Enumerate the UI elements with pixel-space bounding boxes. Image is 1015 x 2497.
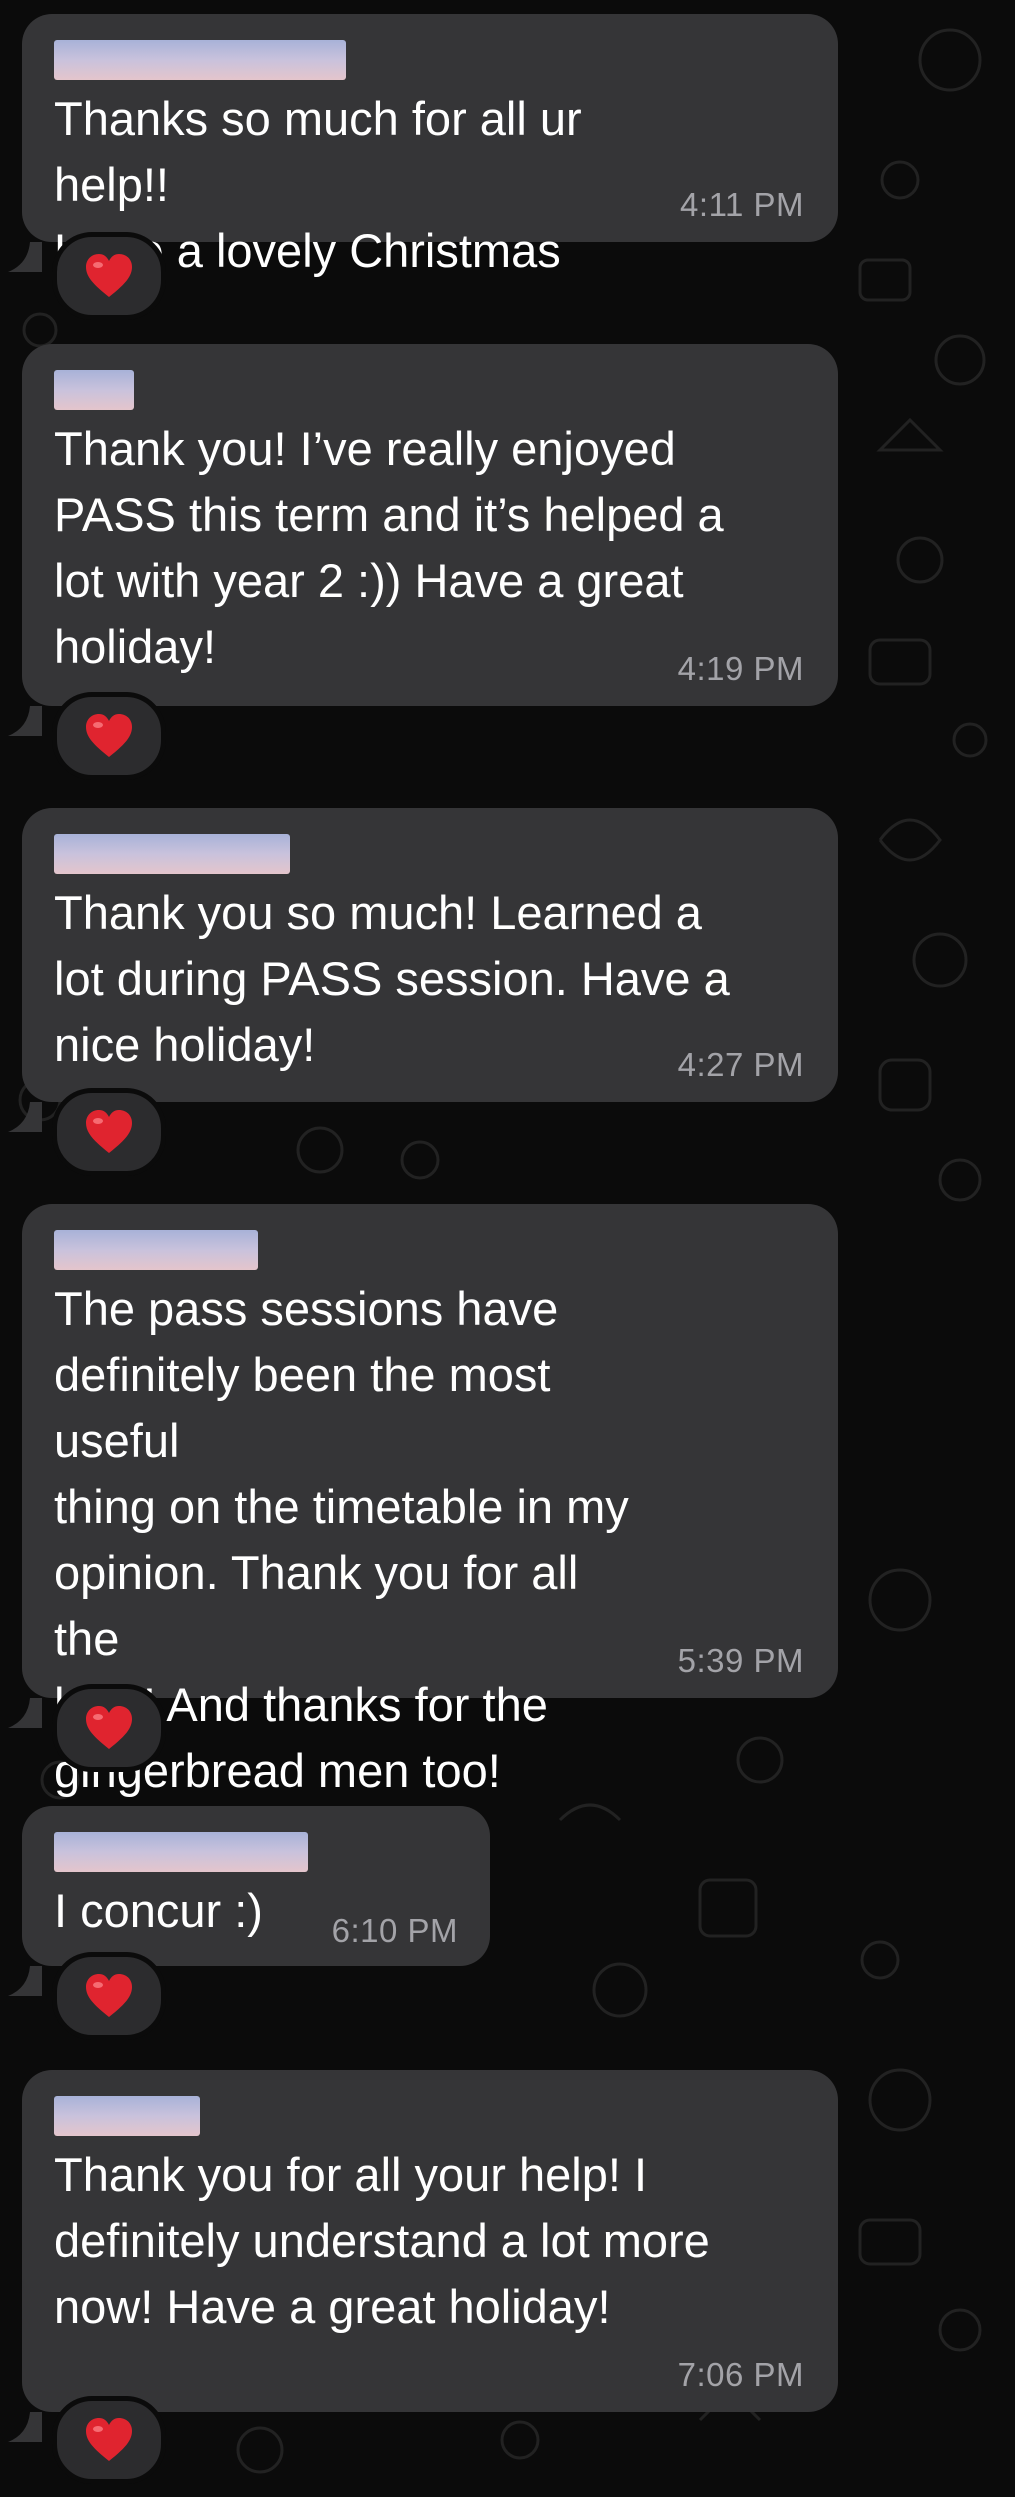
reaction-badge[interactable] xyxy=(52,1088,166,1176)
message-bubble[interactable]: Thank you! I’ve really enjoyed PASS this… xyxy=(8,344,838,736)
heart-icon xyxy=(86,714,132,757)
reaction-badge[interactable] xyxy=(52,2396,166,2484)
message-bubble[interactable]: Thank you so much! Learned a lot during … xyxy=(8,808,838,1132)
message-timestamp: 6:10 PM xyxy=(331,1912,458,1949)
message-timestamp: 5:39 PM xyxy=(677,1642,804,1679)
chat-thread: Thanks so much for all ur help!! Have a … xyxy=(0,0,1015,2497)
reaction-badge[interactable] xyxy=(52,692,166,780)
heart-icon xyxy=(86,254,132,297)
message-bubble[interactable]: The pass sessions have definitely been t… xyxy=(8,1204,838,1797)
redacted-sender-name xyxy=(54,40,346,80)
message-timestamp: 4:11 PM xyxy=(680,186,804,223)
redacted-sender-name xyxy=(54,2096,200,2136)
message-timestamp: 7:06 PM xyxy=(677,2356,804,2393)
heart-icon xyxy=(86,2418,132,2461)
message-text: Thank you for all your help! I definitel… xyxy=(54,2148,710,2333)
heart-icon xyxy=(86,1706,132,1749)
message-timestamp: 4:27 PM xyxy=(677,1046,804,1083)
message-text: Thank you! I’ve really enjoyed PASS this… xyxy=(54,422,724,673)
message-bubble[interactable]: I concur :) 6:10 PM xyxy=(8,1806,490,1996)
redacted-sender-name xyxy=(54,370,134,410)
heart-icon xyxy=(86,1110,132,1153)
message-timestamp: 4:19 PM xyxy=(677,650,804,687)
message-text: Thanks so much for all ur help!! Have a … xyxy=(54,92,582,277)
redacted-sender-name xyxy=(54,834,290,874)
message-bubble[interactable]: Thank you for all your help! I definitel… xyxy=(8,2070,838,2442)
reaction-badge[interactable] xyxy=(52,232,166,320)
reaction-badge[interactable] xyxy=(52,1684,166,1772)
redacted-sender-name xyxy=(54,1832,308,1872)
heart-icon xyxy=(86,1974,132,2017)
redacted-sender-name xyxy=(54,1230,258,1270)
reaction-badge[interactable] xyxy=(52,1952,166,2040)
message-bubble[interactable]: Thanks so much for all ur help!! Have a … xyxy=(8,14,838,277)
message-text: The pass sessions have definitely been t… xyxy=(54,1282,629,1797)
